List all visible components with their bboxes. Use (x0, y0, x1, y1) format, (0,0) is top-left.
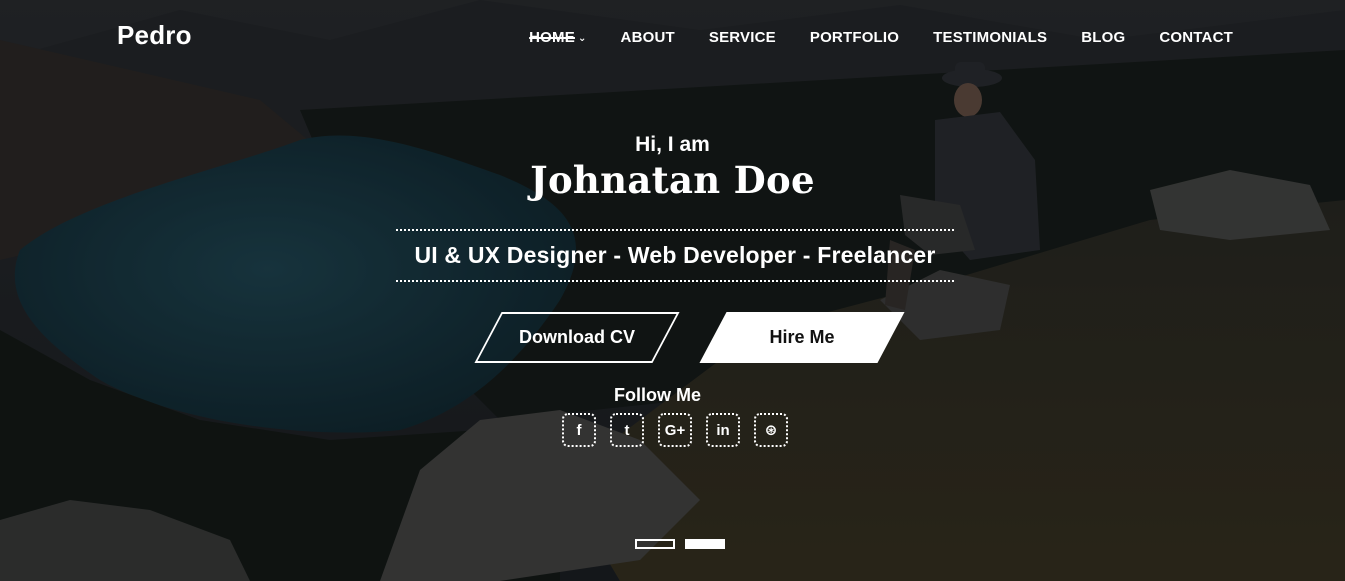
hero-name: Johnatan Doe (530, 158, 815, 202)
nav-item-service[interactable]: SERVICE (709, 29, 776, 46)
tagline-box: UI & UX Designer - Web Developer - Freel… (396, 229, 954, 282)
hero-background (0, 0, 1345, 581)
slider-dot-1[interactable] (635, 539, 675, 549)
linkedin-icon[interactable]: in (706, 413, 740, 447)
nav-item-blog[interactable]: BLOG (1081, 29, 1125, 46)
nav-item-label: ABOUT (620, 29, 675, 46)
dribbble-icon[interactable]: ⊛ (754, 413, 788, 447)
social-links: f t G+ in ⊛ (562, 413, 788, 447)
nav-item-label: TESTIMONIALS (933, 29, 1048, 46)
nav-item-label: SERVICE (708, 29, 776, 46)
nav-item-label: BLOG (1081, 29, 1126, 46)
download-cv-button[interactable]: Download CV (474, 312, 680, 363)
dark-overlay (0, 0, 1345, 581)
nav-item-label: PORTFOLIO (809, 29, 900, 46)
brand-logo[interactable]: Pedro (117, 20, 192, 51)
nav-item-testimonials[interactable]: TESTIMONIALS (933, 29, 1047, 46)
hire-me-label: Hire Me (769, 327, 835, 347)
nav-item-label: CONTACT (1159, 29, 1233, 46)
nav-item-home[interactable]: HOME ⌄ (529, 29, 586, 46)
hire-me-button[interactable]: Hire Me (699, 312, 905, 363)
download-cv-label: Download CV (519, 327, 635, 347)
follow-me-heading: Follow Me (614, 385, 701, 405)
slider-dot-2[interactable] (685, 539, 725, 549)
hero-tagline: UI & UX Designer - Web Developer - Freel… (414, 242, 936, 268)
nav-item-contact[interactable]: CONTACT (1159, 29, 1233, 46)
chevron-down-icon: ⌄ (577, 32, 587, 44)
main-nav: HOME ⌄ ABOUT SERVICE PORTFOLIO TESTIMONI… (529, 29, 1233, 46)
nav-item-label: HOME (529, 29, 575, 46)
facebook-icon[interactable]: f (562, 413, 596, 447)
slider-pagination (635, 539, 725, 549)
nav-item-portfolio[interactable]: PORTFOLIO (810, 29, 899, 46)
google-plus-icon[interactable]: G+ (658, 413, 692, 447)
hero-intro: Hi, I am (635, 133, 710, 156)
twitter-icon[interactable]: t (610, 413, 644, 447)
nav-item-about[interactable]: ABOUT (621, 29, 675, 46)
